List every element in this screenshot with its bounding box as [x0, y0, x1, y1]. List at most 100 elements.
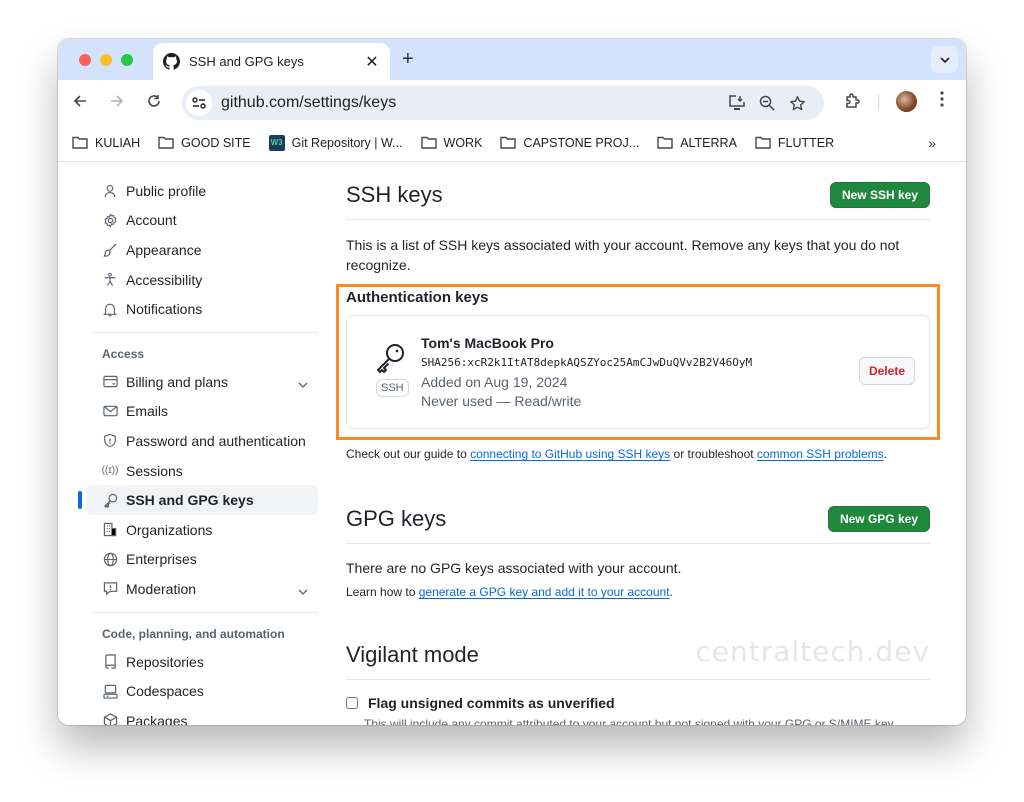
maximize-window-button[interactable]	[121, 54, 133, 66]
sidebar-item-codespaces[interactable]: Codespaces	[86, 676, 318, 706]
folder-icon	[500, 136, 517, 149]
learn-prefix: Learn how to	[346, 585, 419, 599]
sidebar-item-label: Sessions	[126, 462, 183, 479]
flag-unsigned-commits-row: Flag unsigned commits as unverified	[346, 695, 930, 711]
bookmark-label: WORK	[443, 135, 483, 150]
site-info-button[interactable]	[186, 90, 212, 116]
flag-unsigned-commits-description: This will include any commit attributed …	[364, 717, 897, 725]
sidebar-item-public-profile[interactable]: Public profile	[86, 176, 318, 206]
sidebar-item-account[interactable]: Account	[86, 206, 318, 236]
bookmark-star-button[interactable]	[782, 95, 812, 112]
sidebar-item-label: Codespaces	[126, 683, 204, 700]
toolbar-divider	[878, 94, 879, 110]
ssh-key-name: Tom's MacBook Pro	[421, 335, 554, 351]
sidebar-item-repositories[interactable]: Repositories	[86, 647, 318, 677]
sidebar-item-sessions[interactable]: ((ɪ)) Sessions	[86, 456, 318, 486]
report-icon	[102, 581, 118, 597]
sidebar-item-password-authentication[interactable]: Password and authentication	[86, 426, 318, 456]
bookmark-label: GOOD SITE	[181, 135, 251, 150]
learn-suffix: .	[669, 585, 673, 599]
credit-card-icon	[102, 374, 118, 390]
extensions-button[interactable]	[844, 93, 861, 115]
minimize-window-button[interactable]	[100, 54, 112, 66]
bookmark-work[interactable]: WORK	[420, 135, 483, 150]
person-icon	[102, 183, 118, 199]
close-window-button[interactable]	[79, 54, 91, 66]
chevron-down-icon[interactable]	[298, 375, 308, 391]
install-app-button[interactable]	[722, 95, 752, 111]
gear-icon	[102, 212, 118, 228]
sidebar-item-ssh-gpg-keys[interactable]: SSH and GPG keys	[78, 485, 318, 515]
bookmark-kuliah[interactable]: KULIAH	[72, 136, 140, 150]
url-text[interactable]: github.com/settings/keys	[221, 94, 722, 112]
more-vert-icon	[940, 91, 944, 107]
sidebar-divider	[92, 611, 318, 613]
ssh-key-usage: Never used — Read/write	[421, 393, 582, 409]
bookmark-flutter[interactable]: FLUTTER	[755, 136, 834, 150]
ssh-keys-title: SSH keys	[346, 182, 443, 207]
install-desktop-icon	[729, 95, 745, 110]
gpg-keys-title: GPG keys	[346, 506, 447, 531]
puzzle-icon	[846, 93, 860, 108]
forward-button[interactable]	[110, 93, 124, 113]
folder-icon	[755, 136, 771, 149]
arrow-right-icon	[111, 95, 124, 107]
mail-icon	[102, 403, 118, 419]
vigilant-mode-section: centraltech.dev Vigilant mode Flag unsig…	[346, 627, 930, 725]
sidebar-item-label: SSH and GPG keys	[126, 492, 254, 509]
sidebar-item-appearance[interactable]: Appearance	[86, 235, 318, 265]
sidebar-item-enterprises[interactable]: Enterprises	[86, 545, 318, 575]
star-icon	[789, 95, 805, 110]
zoom-button[interactable]	[752, 95, 782, 111]
sidebar-item-label: Repositories	[126, 653, 204, 670]
sidebar-item-label: Public profile	[126, 182, 207, 199]
ssh-keys-header: SSH keys New SSH key	[346, 167, 930, 220]
sidebar-item-packages[interactable]: Packages	[86, 706, 318, 725]
sidebar-heading-code: Code, planning, and automation	[102, 626, 285, 641]
ssh-problems-link[interactable]: common SSH problems	[757, 447, 884, 461]
new-ssh-key-button[interactable]: New SSH key	[829, 182, 930, 208]
sidebar-item-label: Account	[126, 212, 177, 229]
sidebar-item-notifications[interactable]: Notifications	[86, 294, 318, 324]
bookmark-alterra[interactable]: ALTERRA	[657, 136, 737, 150]
bookmark-good-site[interactable]: GOOD SITE	[158, 135, 251, 150]
address-bar[interactable]: github.com/settings/keys	[182, 86, 824, 120]
generate-gpg-key-link[interactable]: generate a GPG key and add it to your ac…	[419, 585, 670, 599]
bookmark-git-repository[interactable]: W3 Git Repository | W...	[268, 134, 403, 151]
guide-suffix: .	[883, 447, 887, 461]
browser-toolbar: github.com/settings/keys	[58, 80, 966, 124]
sidebar-item-accessibility[interactable]: Accessibility	[86, 265, 318, 295]
connecting-ssh-guide-link[interactable]: connecting to GitHub using SSH keys	[470, 447, 670, 461]
profile-avatar[interactable]	[896, 91, 917, 112]
folder-icon	[158, 136, 174, 149]
sidebar-item-moderation[interactable]: Moderation	[86, 574, 318, 604]
gpg-keys-section: GPG keys New GPG key There are no GPG ke…	[346, 491, 930, 599]
sidebar-item-emails[interactable]: Emails	[86, 397, 318, 427]
close-tab-icon[interactable]: ✕	[364, 52, 380, 72]
gpg-learn-text: Learn how to generate a GPG key and add …	[346, 585, 930, 599]
sidebar-item-billing[interactable]: Billing and plans	[86, 367, 318, 397]
sidebar-item-label: Emails	[126, 403, 169, 420]
tab-search-button[interactable]	[931, 46, 958, 73]
zoom-out-icon	[759, 95, 775, 111]
settings-sidebar: Public profile Account Appearance Access…	[78, 176, 318, 725]
browser-menu-button[interactable]	[940, 91, 944, 112]
bookmark-label: CAPSTONE PROJ...	[523, 135, 640, 150]
guide-middle: or troubleshoot	[670, 447, 757, 461]
tab-ssh-gpg-keys[interactable]: SSH and GPG keys ✕	[153, 43, 390, 80]
flag-unsigned-commits-label[interactable]: Flag unsigned commits as unverified	[368, 695, 615, 711]
tab-strip: SSH and GPG keys ✕ +	[58, 39, 966, 80]
delete-ssh-key-button[interactable]: Delete	[858, 357, 915, 385]
bookmarks-overflow-button[interactable]: »	[928, 135, 936, 151]
chevron-down-icon[interactable]	[298, 582, 308, 598]
reload-button[interactable]	[147, 93, 161, 113]
back-button[interactable]	[73, 93, 87, 113]
sidebar-item-organizations[interactable]: Organizations	[86, 515, 318, 545]
ssh-key-added-date: Added on Aug 19, 2024	[421, 374, 568, 390]
key-icon	[102, 492, 118, 508]
flag-unsigned-commits-checkbox[interactable]	[346, 697, 358, 709]
new-tab-button[interactable]: +	[402, 48, 414, 71]
settings-page: Public profile Account Appearance Access…	[58, 163, 966, 725]
new-gpg-key-button[interactable]: New GPG key	[827, 506, 930, 532]
bookmark-capstone[interactable]: CAPSTONE PROJ...	[500, 136, 639, 150]
